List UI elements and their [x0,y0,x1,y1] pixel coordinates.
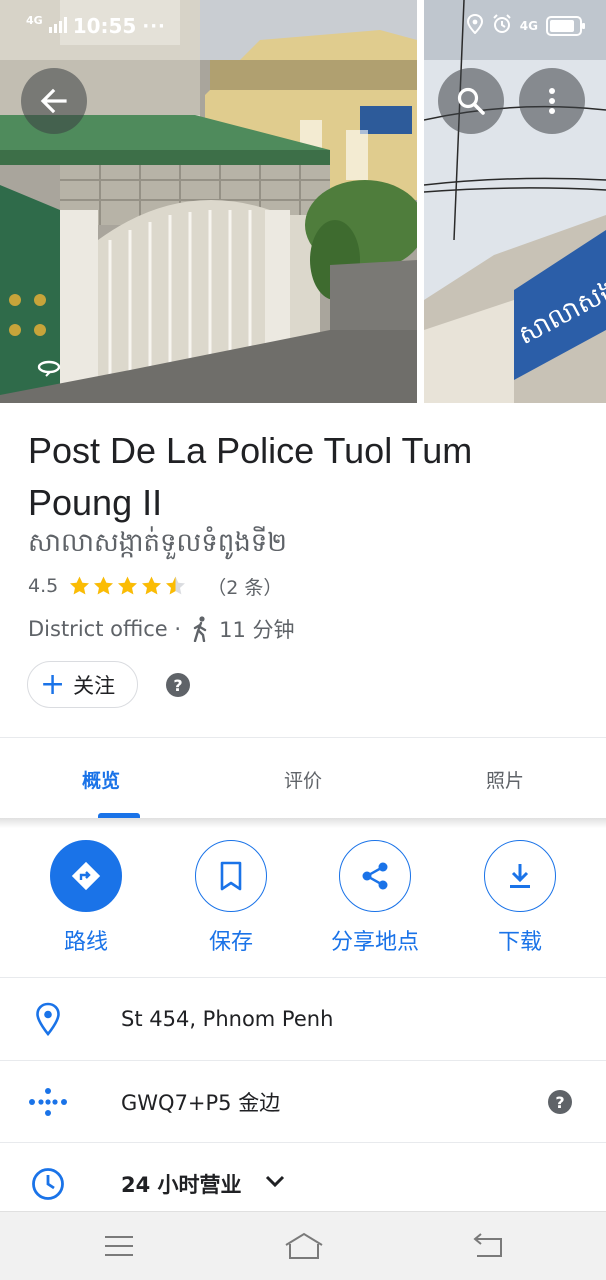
share-icon [339,840,411,912]
category-row: District office · 11 分钟 [28,614,294,644]
place-details-screen: { "status_bar": { "network_left": "4G", … [0,0,606,1280]
follow-label: 关注 [73,673,116,698]
battery-icon [546,15,585,36]
plus-code-icon [28,1082,68,1122]
share-label: 分享地点 [330,930,419,955]
photo-carousel[interactable]: សាលាសង្កាត់ [0,0,606,403]
arrow-back-icon [40,88,67,114]
star-icon [70,576,90,595]
secondary-photo[interactable]: សាលាសង្កាត់ [424,0,606,403]
clock-icon [28,1164,68,1204]
search-button[interactable] [438,68,504,134]
back-button[interactable] [21,68,87,134]
star-icon [118,576,138,595]
download-label: 下载 [497,930,542,955]
network-indicator: 4G [26,13,43,27]
network-indicator-right: 4G [519,18,538,33]
alarm-icon [492,14,512,37]
directions-label: 路线 [63,930,108,955]
sign-building-image: សាលាសង្កាត់ [424,0,606,403]
menu-icon [105,1236,133,1256]
place-name: Post De La Police Tuol Tum Poung II [28,430,473,523]
tab-bar: 概览 评价 照片 [0,738,606,820]
address-text: St 454, Phnom Penh [121,1007,334,1031]
bookmark-icon [195,840,267,912]
rating-value: 4.5 [28,575,59,597]
system-nav-bar [0,1211,606,1280]
plus-code-text: GWQ7+P5 金边 [121,1091,281,1115]
download-icon [484,840,556,912]
back-nav-button[interactable] [468,1230,508,1262]
rating-row[interactable]: 4.5 （2 条） [28,572,282,600]
location-pin-icon [28,999,68,1039]
street-view-photo[interactable] [0,0,417,403]
directions-button[interactable]: 路线 [16,840,156,956]
save-label: 保存 [208,930,253,955]
help-icon[interactable]: ? [166,673,190,697]
hours-text: 24 小时营业 [121,1173,242,1197]
star-icon [166,576,186,595]
more-vert-icon [549,88,555,114]
building-gate-image [0,0,417,403]
tab-reviews[interactable]: 评价 [202,738,404,820]
photo-separator [417,0,424,403]
status-bar: 4G 10:55 ··· 4G [0,0,606,54]
search-icon [457,87,485,115]
review-count: （2 条） [207,576,283,599]
plus-code-row[interactable]: GWQ7+P5 金边 ? [0,1061,606,1143]
status-overflow: ··· [142,15,166,37]
tab-photos[interactable]: 照片 [404,738,606,820]
signal-icon [48,14,67,38]
rating-stars [68,575,187,597]
chevron-down-icon[interactable] [264,1173,286,1193]
location-status-icon [466,13,484,37]
address-row[interactable]: St 454, Phnom Penh [0,978,606,1060]
download-button[interactable]: 下载 [450,840,590,956]
status-time: 10:55 [72,14,137,38]
place-category: District office · [28,617,182,641]
more-options-button[interactable] [519,68,585,134]
home-icon [285,1232,323,1259]
plus-code-help-icon[interactable]: ? [548,1090,572,1114]
walk-time: 11 分钟 [219,618,295,642]
plus-icon: + [40,666,66,702]
place-local-name: សាលាសង្កាត់ទួលទំពូងទី២ [28,528,287,558]
battery-level [550,19,574,32]
star-icon [94,576,114,595]
follow-button[interactable]: + 关注 [27,661,138,708]
tabs-shadow [0,818,606,828]
menu-nav-button[interactable] [99,1230,139,1262]
star-icon [142,576,162,595]
home-nav-button[interactable] [284,1230,324,1262]
street-view-360-icon[interactable] [36,356,62,378]
directions-icon [50,840,122,912]
tab-overview[interactable]: 概览 [0,738,202,820]
action-buttons: 路线 保存 分享地点 下载 [0,840,606,960]
save-button[interactable]: 保存 [161,840,301,956]
share-place-button[interactable]: 分享地点 [305,840,445,956]
walking-icon [191,616,211,642]
back-nav-icon [473,1233,502,1257]
